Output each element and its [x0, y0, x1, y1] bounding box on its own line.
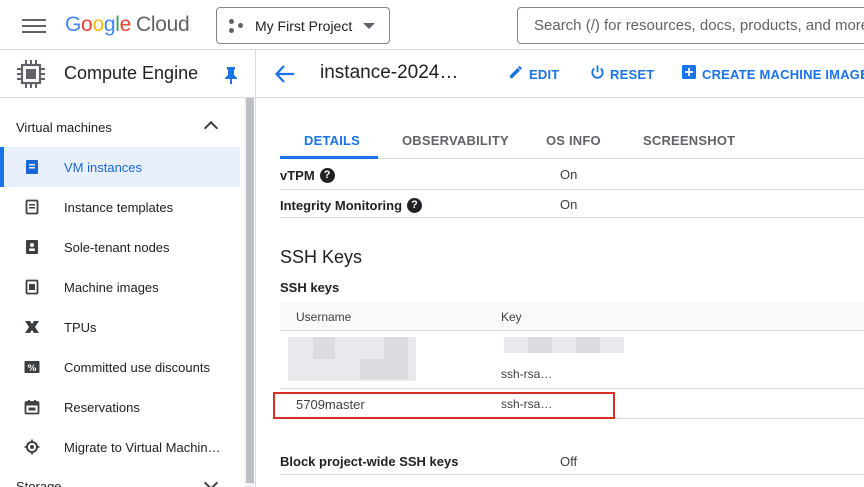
chevron-up-icon	[203, 120, 219, 136]
product-title: Compute Engine	[64, 63, 199, 83]
block-ssh-value: Off	[560, 454, 578, 469]
sidebar-item-label: Reservations	[64, 400, 140, 415]
vtpm-value: On	[560, 167, 578, 182]
vtpm-row: vTPM? On	[280, 160, 864, 190]
logo-cloud: Cloud	[135, 13, 190, 36]
sole-tenant-icon	[26, 240, 38, 254]
instance-title: instance-2024…	[320, 62, 459, 83]
vtpm-label: vTPM?	[280, 168, 335, 183]
chevron-down-icon	[363, 23, 375, 29]
edit-label: EDIT	[529, 67, 560, 82]
calendar-icon	[24, 400, 40, 415]
main-menu-icon[interactable]	[22, 16, 46, 36]
sidebar-item-label: VM instances	[64, 160, 143, 175]
help-icon[interactable]: ?	[319, 168, 335, 183]
sidebar-item-sole-tenant-nodes[interactable]: Sole-tenant nodes	[0, 227, 240, 267]
sidebar-item-reservations[interactable]: Reservations	[0, 387, 240, 427]
sidebar-item-machine-images[interactable]: Machine images	[0, 267, 240, 307]
instance-header: instance-2024… EDIT RESET CREATE MACHINE…	[257, 50, 864, 98]
tpu-icon	[25, 321, 39, 333]
sidebar-item-instance-templates[interactable]: Instance templates	[0, 187, 240, 227]
block-project-ssh-row: Block project-wide SSH keys Off	[280, 447, 864, 475]
instance-tabs: DETAILS OBSERVABILITY OS INFO SCREENSHOT	[280, 125, 864, 159]
compute-engine-icon	[17, 59, 45, 88]
integrity-label: Integrity Monitoring?	[280, 198, 423, 213]
integrity-monitoring-row: Integrity Monitoring? On	[280, 190, 864, 218]
add-box-icon	[682, 65, 696, 79]
ssh-table-header: Username Key	[280, 302, 864, 331]
top-bar: Google Cloud My First Project Search (/) …	[0, 0, 864, 50]
sidebar-item-label: Committed use discounts	[64, 360, 210, 375]
project-name: My First Project	[255, 17, 353, 34]
ssh-keys-subheading: SSH keys	[280, 280, 340, 295]
sidebar-item-label: Machine images	[64, 280, 159, 295]
ssh-key-value: ssh-rsa…	[501, 367, 553, 381]
sidebar-item-vm-instances[interactable]: VM instances	[0, 147, 240, 187]
sidebar-scrollbar-thumb[interactable]	[246, 98, 254, 483]
sidebar-item-label: TPUs	[64, 320, 97, 335]
power-icon	[591, 65, 604, 79]
edit-button[interactable]: EDIT	[510, 66, 560, 82]
help-icon[interactable]: ?	[407, 198, 423, 213]
create-machine-image-button[interactable]: CREATE MACHINE IMAGE	[682, 65, 864, 82]
sidebar-item-label: Sole-tenant nodes	[64, 240, 170, 255]
section-label: Virtual machines	[16, 119, 112, 135]
section-virtual-machines[interactable]: Virtual machines	[0, 112, 244, 142]
integrity-label-text: Integrity Monitoring	[280, 198, 403, 213]
percent-icon: %	[24, 361, 40, 374]
sidebar-item-label: Instance templates	[64, 200, 174, 215]
search-input[interactable]: Search (/) for resources, docs, products…	[517, 7, 864, 44]
sidebar-item-tpus[interactable]: TPUs	[0, 307, 240, 347]
red-highlight-box	[273, 392, 615, 419]
table-row: ssh-rsa…	[280, 331, 864, 389]
svg-text:%: %	[27, 364, 36, 374]
template-icon	[25, 199, 39, 215]
logo-google: Google	[65, 13, 131, 36]
sidebar-item-label: Migrate to Virtual Machin…	[64, 440, 221, 455]
sidebar-item-committed-use-discounts[interactable]: % Committed use discounts	[0, 347, 240, 387]
project-dots-icon	[229, 18, 245, 34]
search-placeholder: Search (/) for resources, docs, products…	[534, 17, 864, 34]
pencil-icon	[510, 66, 522, 78]
back-arrow-icon[interactable]	[275, 65, 295, 83]
active-tab-indicator	[280, 156, 378, 159]
ssh-keys-heading: SSH Keys	[280, 247, 363, 267]
sidebar: Compute Engine Virtual machines VM insta…	[0, 50, 256, 487]
reset-label: RESET	[610, 67, 655, 82]
migrate-icon	[24, 439, 40, 455]
block-ssh-label: Block project-wide SSH keys	[280, 454, 459, 469]
machine-image-icon	[25, 279, 39, 295]
vtpm-label-text: vTPM	[280, 168, 315, 183]
sidebar-item-migrate[interactable]: Migrate to Virtual Machin…	[0, 427, 240, 467]
tab-os-info[interactable]: OS INFO	[546, 133, 601, 148]
section-storage[interactable]: Storage	[16, 479, 62, 487]
google-cloud-logo[interactable]: Google Cloud	[65, 13, 190, 37]
create-machine-image-label: CREATE MACHINE IMAGE	[702, 67, 864, 82]
project-selector[interactable]: My First Project	[216, 7, 390, 44]
tab-details[interactable]: DETAILS	[304, 133, 360, 148]
col-username: Username	[296, 310, 352, 324]
tab-observability[interactable]: OBSERVABILITY	[402, 133, 509, 148]
chevron-down-icon	[203, 475, 219, 487]
sidebar-header: Compute Engine	[0, 50, 255, 98]
reset-button[interactable]: RESET	[591, 65, 655, 82]
integrity-value: On	[560, 197, 578, 212]
pin-icon[interactable]	[224, 66, 238, 84]
vm-instance-icon	[26, 160, 38, 174]
col-key: Key	[501, 310, 522, 324]
tab-screenshot[interactable]: SCREENSHOT	[643, 133, 735, 148]
